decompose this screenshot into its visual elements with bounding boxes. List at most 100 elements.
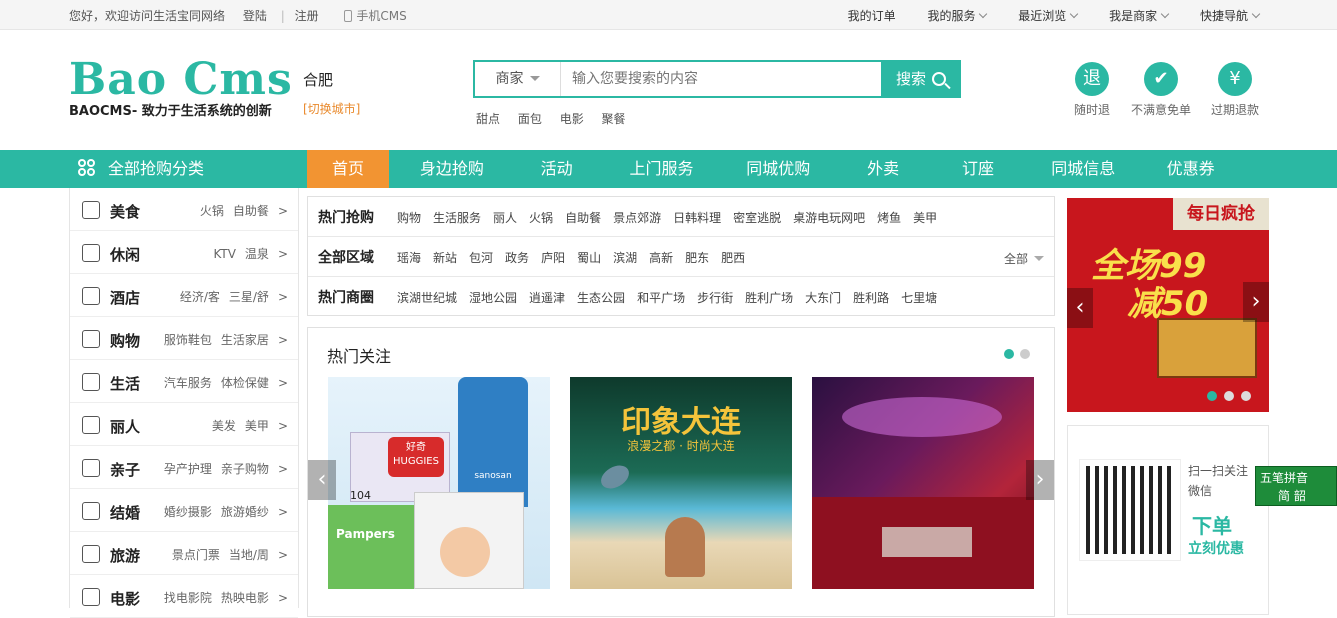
filter-option[interactable]: 胜利路	[853, 291, 889, 305]
category-item-wedding[interactable]: 结婚 婚纱摄影 旅游婚纱 >	[70, 489, 298, 532]
nav-item-city-buy[interactable]: 同城优购	[724, 150, 832, 188]
category-item-hotel[interactable]: 酒店 经济/客 三星/舒 >	[70, 274, 298, 317]
carousel-dot[interactable]	[1241, 391, 1251, 401]
category-sub-link[interactable]: 婚纱摄影	[164, 505, 212, 519]
category-item-food[interactable]: 美食 火锅 自助餐 >	[70, 188, 298, 231]
all-categories-toggle[interactable]: 全部抢购分类	[78, 150, 204, 188]
category-item-leisure[interactable]: 休闲 KTV 温泉 >	[70, 231, 298, 274]
switch-city-link[interactable]: [切换城市]	[303, 100, 360, 117]
category-sub-link[interactable]: 亲子购物	[221, 462, 269, 476]
hot-word[interactable]: 聚餐	[602, 112, 626, 126]
filter-option[interactable]: 自助餐	[565, 211, 601, 225]
nav-item-activity[interactable]: 活动	[515, 150, 599, 188]
hot-word[interactable]: 面包	[518, 112, 542, 126]
category-item-life[interactable]: 生活 汽车服务 体检保健 >	[70, 360, 298, 403]
category-sub-link[interactable]: 服饰鞋包	[164, 333, 212, 347]
nav-item-home-service[interactable]: 上门服务	[602, 150, 720, 188]
my-orders-link[interactable]: 我的订单	[848, 9, 896, 23]
carousel-dot[interactable]	[1207, 391, 1217, 401]
filter-option[interactable]: 政务	[505, 251, 529, 265]
search-input[interactable]	[562, 62, 882, 96]
merchant-menu[interactable]: 我是商家	[1095, 9, 1170, 23]
category-sub-link[interactable]: 找电影院	[164, 591, 212, 605]
search-button[interactable]: 搜索	[881, 60, 961, 98]
filter-option[interactable]: 胜利广场	[745, 291, 793, 305]
category-sub-link[interactable]: 火锅	[200, 204, 224, 218]
filter-option[interactable]: 大东门	[805, 291, 841, 305]
category-sub-link[interactable]: 孕产护理	[164, 462, 212, 476]
carousel-prev-button[interactable]: ‹	[308, 460, 336, 500]
filter-option[interactable]: 肥东	[685, 251, 709, 265]
filter-option[interactable]: 庐阳	[541, 251, 565, 265]
category-sub-link[interactable]: 美发	[212, 419, 236, 433]
carousel-dot[interactable]	[1004, 349, 1014, 359]
category-sub-link[interactable]: 景点门票	[172, 548, 220, 562]
daily-deal-banner[interactable]: 每日疯抢 全场99 减50 ‹ ›	[1067, 198, 1269, 412]
filter-option[interactable]: 高新	[649, 251, 673, 265]
filter-option[interactable]: 七里塘	[901, 291, 937, 305]
category-item-shopping[interactable]: 购物 服饰鞋包 生活家居 >	[70, 317, 298, 360]
carousel-dot[interactable]	[1224, 391, 1234, 401]
filter-option[interactable]: 生态公园	[577, 291, 625, 305]
filter-option[interactable]: 景点郊游	[613, 211, 661, 225]
filter-option[interactable]: 烤鱼	[877, 211, 901, 225]
register-link[interactable]: 注册	[295, 9, 319, 23]
category-sub-link[interactable]: 当地/周	[229, 548, 269, 562]
carousel-next-button[interactable]: ›	[1026, 460, 1054, 500]
filter-option[interactable]: 包河	[469, 251, 493, 265]
login-link[interactable]: 登陆	[243, 9, 267, 23]
hot-item-dalian[interactable]: 印象大连 浪漫之都 · 时尚大连	[570, 377, 792, 589]
category-item-beauty[interactable]: 丽人 美发 美甲 >	[70, 403, 298, 446]
category-sub-link[interactable]: 生活家居	[221, 333, 269, 347]
ime-widget[interactable]: 五笔拼音 简 韶	[1255, 466, 1337, 506]
filter-option[interactable]: 逍遥津	[529, 291, 565, 305]
my-services-menu[interactable]: 我的服务	[913, 9, 988, 23]
filter-option[interactable]: 桌游电玩网吧	[793, 211, 865, 225]
all-regions-toggle[interactable]: 全部	[1004, 250, 1044, 267]
filter-option[interactable]: 瑶海	[397, 251, 421, 265]
ad-next-button[interactable]: ›	[1243, 282, 1269, 322]
category-sub-link[interactable]: 温泉	[245, 247, 269, 261]
hot-item-ktv-room[interactable]	[812, 377, 1034, 589]
filter-option[interactable]: 密室逃脱	[733, 211, 781, 225]
filter-option[interactable]: 火锅	[529, 211, 553, 225]
ad-prev-button[interactable]: ‹	[1067, 288, 1093, 328]
filter-option[interactable]: 滨湖	[613, 251, 637, 265]
nav-item-reservation[interactable]: 订座	[934, 150, 1022, 188]
filter-option[interactable]: 和平广场	[637, 291, 685, 305]
filter-option[interactable]: 肥西	[721, 251, 745, 265]
filter-option[interactable]: 湿地公园	[469, 291, 517, 305]
mobile-link[interactable]: 手机CMS	[344, 9, 412, 23]
nav-item-takeout[interactable]: 外卖	[836, 150, 930, 188]
category-sub-link[interactable]: 经济/客	[180, 290, 220, 304]
search-scope-select[interactable]: 商家	[475, 62, 561, 96]
hot-word[interactable]: 电影	[560, 112, 584, 126]
filter-option[interactable]: 丽人	[493, 211, 517, 225]
filter-option[interactable]: 美甲	[913, 211, 937, 225]
hot-word[interactable]: 甜点	[476, 112, 500, 126]
quick-nav-menu[interactable]: 快捷导航	[1186, 9, 1261, 23]
filter-option[interactable]: 新站	[433, 251, 457, 265]
category-item-parent-child[interactable]: 亲子 孕产护理 亲子购物 >	[70, 446, 298, 489]
nav-item-city-info[interactable]: 同城信息	[1026, 150, 1141, 188]
filter-option[interactable]: 购物	[397, 211, 421, 225]
filter-option[interactable]: 滨湖世纪城	[397, 291, 457, 305]
category-sub-link[interactable]: 三星/舒	[229, 290, 269, 304]
category-item-movie[interactable]: 电影 找电影院 热映电影 >	[70, 575, 298, 618]
category-sub-link[interactable]: 汽车服务	[164, 376, 212, 390]
filter-option[interactable]: 日韩料理	[673, 211, 721, 225]
carousel-dot[interactable]	[1020, 349, 1030, 359]
filter-option[interactable]: 生活服务	[433, 211, 481, 225]
nav-item-home[interactable]: 首页	[307, 150, 389, 188]
category-item-travel[interactable]: 旅游 景点门票 当地/周 >	[70, 532, 298, 575]
filter-option[interactable]: 蜀山	[577, 251, 601, 265]
filter-option[interactable]: 步行街	[697, 291, 733, 305]
category-sub-link[interactable]: 美甲	[245, 419, 269, 433]
category-sub-link[interactable]: KTV	[213, 247, 235, 261]
site-logo[interactable]: Bao Cms BAOCMS- 致力于生活系统的创新	[69, 58, 293, 120]
nav-item-nearby[interactable]: 身边抢购	[393, 150, 511, 188]
hot-item-baby-products[interactable]: sanosan 好奇 HUGGIES 104 Pampers	[328, 377, 550, 589]
nav-item-coupons[interactable]: 优惠券	[1145, 150, 1237, 188]
category-sub-link[interactable]: 自助餐	[233, 204, 269, 218]
category-sub-link[interactable]: 旅游婚纱	[221, 505, 269, 519]
